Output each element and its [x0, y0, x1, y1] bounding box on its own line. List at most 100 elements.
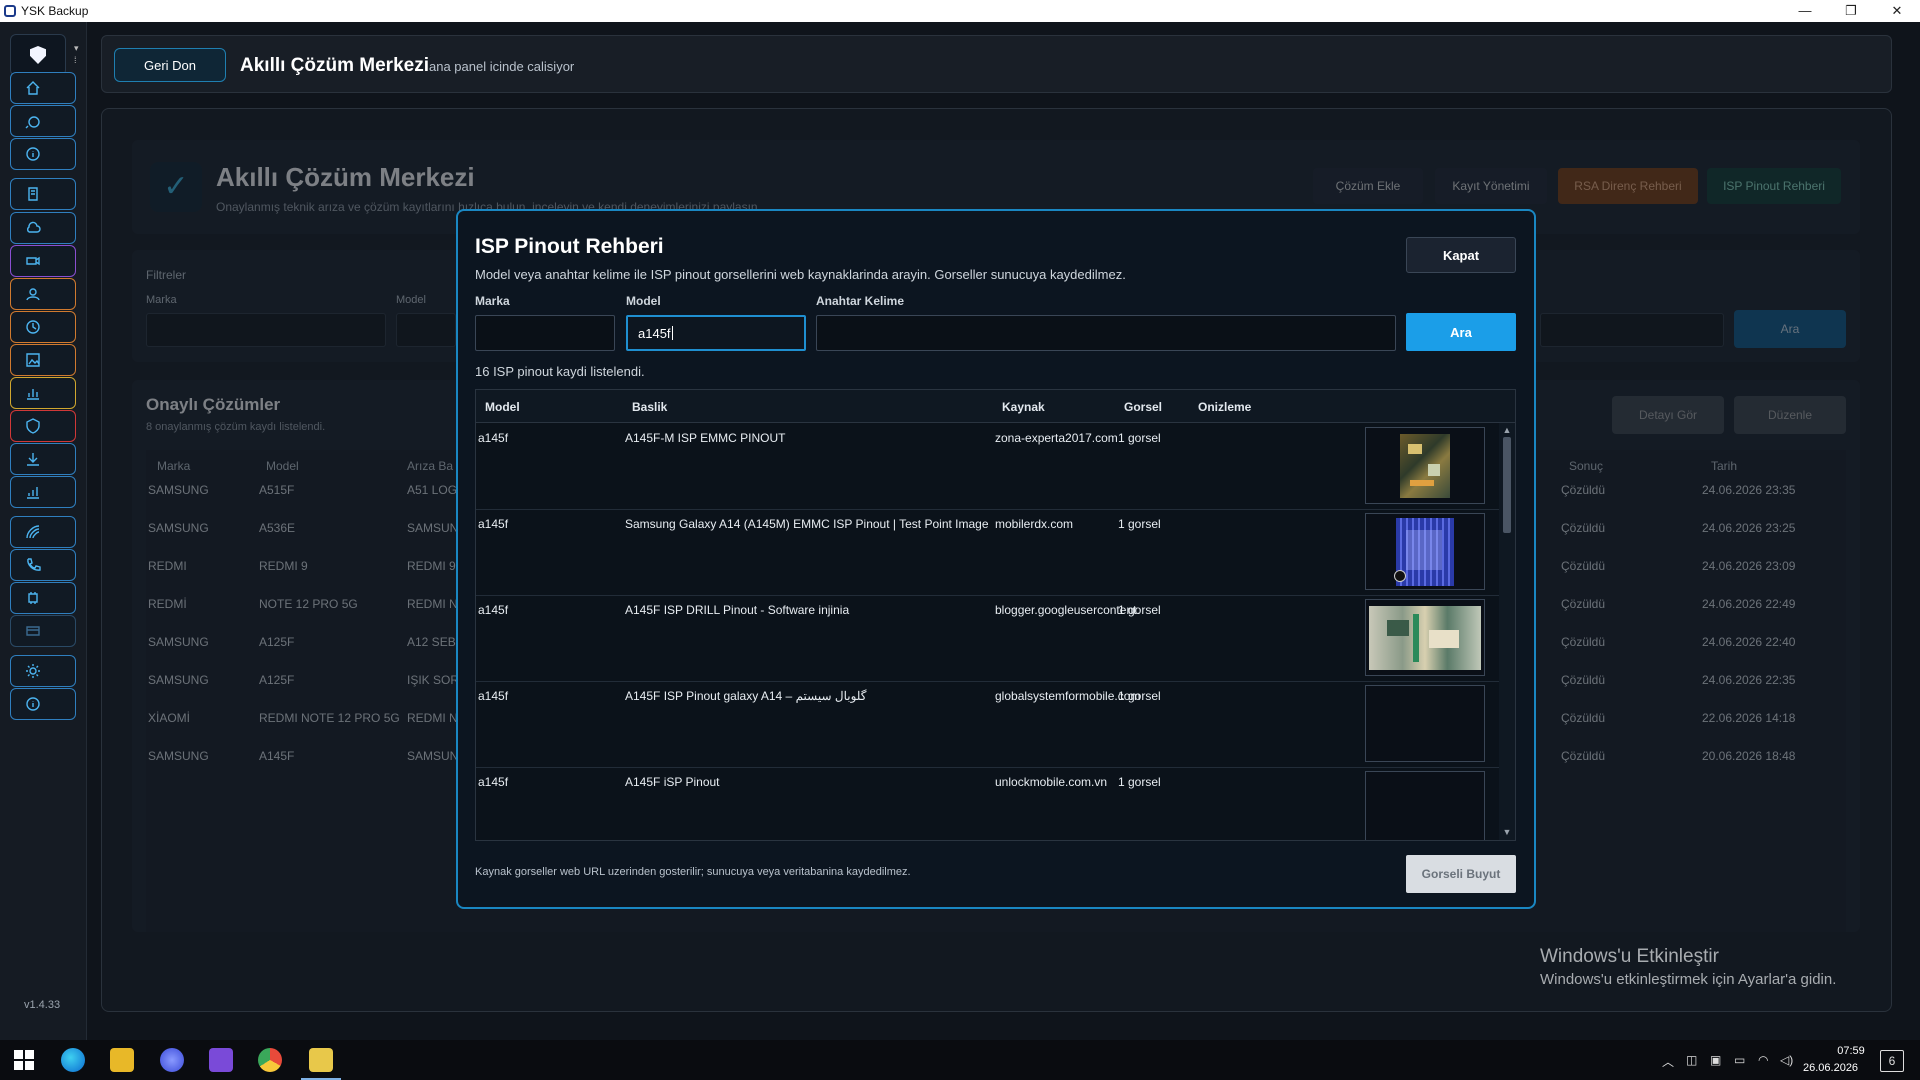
brand-input[interactable] — [475, 315, 615, 351]
bg-table-cell: Çözüldü — [1561, 521, 1606, 535]
cell-model: a145f — [478, 775, 509, 789]
col-model-header[interactable]: Model — [485, 400, 520, 414]
cell-title: A145F-M ISP EMMC PINOUT — [625, 431, 786, 445]
isp-pinout-guide-button[interactable]: ISP Pinout Rehberi — [1707, 168, 1841, 204]
bg-table-cell[interactable]: SAMSUNG — [148, 521, 209, 535]
check-icon: ✓ — [150, 162, 202, 212]
bg-table-cell: A125F — [259, 635, 295, 649]
ysk-backup-icon[interactable] — [309, 1048, 333, 1072]
rsa-resistor-guide-button[interactable]: RSA Direnç Rehberi — [1558, 168, 1698, 204]
footer-note: Kaynak gorseller web URL uzerinden goste… — [475, 866, 911, 878]
scroll-up-icon[interactable]: ▲ — [1502, 425, 1512, 435]
bg-table-cell: 24.06.2026 22:49 — [1702, 597, 1796, 611]
cell-source: unlockmobile.com.vn — [995, 775, 1108, 789]
bg-page-title: Akıllı Çözüm Merkezi — [216, 162, 475, 192]
brand-label: Marka — [475, 294, 510, 308]
activation-watermark-title: Windows'u Etkinleştir — [1540, 946, 1719, 967]
bg-table-cell[interactable]: SAMSUNG — [148, 635, 209, 649]
modal-title: ISP Pinout Rehberi — [475, 235, 664, 258]
scrollbar-thumb[interactable] — [1503, 437, 1511, 533]
col-model: Model — [266, 459, 299, 473]
bg-table-cell[interactable]: SAMSUNG — [148, 483, 209, 497]
search-button[interactable]: Ara — [1406, 313, 1516, 351]
camera-icon[interactable]: ◫ — [1686, 1053, 1697, 1067]
cell-images: 1 gorsel — [1118, 689, 1161, 703]
cell-title: A145F ISP Pinout galaxy A14 – گلوبال سیس… — [625, 689, 867, 703]
visual-studio-icon[interactable] — [209, 1048, 233, 1072]
table-row[interactable]: a145f A145F iSP Pinout unlockmobile.com.vn… — [476, 767, 1499, 840]
bg-table-cell: Çözüldü — [1561, 673, 1606, 687]
bg-table-cell: 24.06.2026 22:40 — [1702, 635, 1796, 649]
model-filter-input[interactable] — [396, 313, 456, 347]
cell-title: A145F ISP DRILL Pinout - Software injini… — [625, 603, 850, 617]
bg-table-cell[interactable]: XİAOMİ — [148, 711, 190, 725]
table-row[interactable]: a145f A145F ISP Pinout galaxy A14 – گلوبا… — [476, 681, 1499, 768]
record-management-button[interactable]: Kayıt Yönetimi — [1435, 168, 1547, 204]
bg-table-cell: NOTE 12 PRO 5G — [259, 597, 358, 611]
messenger-icon[interactable] — [160, 1048, 184, 1072]
explorer-icon[interactable] — [110, 1048, 134, 1072]
activation-watermark-subtitle: Windows'u etkinleştirmek için Ayarlar'a … — [1540, 971, 1837, 988]
modal-description: Model veya anahtar kelime ile ISP pinout… — [475, 267, 1126, 282]
wifi-icon[interactable]: ◠ — [1758, 1053, 1768, 1067]
cell-title: Samsung Galaxy A14 (A145M) EMMC ISP Pino… — [625, 517, 989, 531]
chevron-up-icon[interactable]: ︿ — [1662, 1053, 1674, 1070]
filter-input-extra[interactable] — [1540, 313, 1724, 347]
cell-model: a145f — [478, 689, 509, 703]
bg-table-cell[interactable]: SAMSUNG — [148, 673, 209, 687]
col-images-header[interactable]: Gorsel — [1124, 400, 1162, 414]
table-row[interactable]: a145f A145F ISP DRILL Pinout - Software i… — [476, 595, 1499, 682]
brand-filter-input[interactable] — [146, 313, 386, 347]
bg-table-cell: A145F — [259, 749, 295, 763]
bg-search-button[interactable]: Ara — [1734, 310, 1846, 348]
preview-thumbnail[interactable] — [1365, 427, 1485, 504]
model-filter-label: Model — [396, 294, 426, 306]
bg-table-cell[interactable]: REDMİ — [148, 597, 187, 611]
bg-table-cell: 24.06.2026 22:35 — [1702, 673, 1796, 687]
cell-source: mobilerdx.com — [995, 517, 1074, 531]
edit-button[interactable]: Düzenle — [1734, 396, 1846, 434]
preview-thumbnail[interactable] — [1365, 771, 1485, 840]
table-row[interactable]: a145f Samsung Galaxy A14 (A145M) EMMC ISP… — [476, 509, 1499, 596]
scroll-down-icon[interactable]: ▼ — [1502, 827, 1512, 837]
battery-icon[interactable]: ▭ — [1734, 1053, 1745, 1067]
keyword-input[interactable] — [816, 315, 1396, 351]
table-header: Model Baslik Kaynak Gorsel Onizleme — [476, 390, 1515, 423]
table-row[interactable]: a145f A145F-M ISP EMMC PINOUT zona-experta… — [476, 423, 1499, 510]
close-button[interactable]: Kapat — [1406, 237, 1516, 273]
edge-icon[interactable] — [61, 1048, 85, 1072]
bg-table-cell: A515F — [259, 483, 295, 497]
preview-thumbnail[interactable] — [1365, 685, 1485, 762]
enlarge-image-button[interactable]: Gorseli Buyut — [1406, 855, 1516, 893]
clock-time[interactable]: 07:59 — [1820, 1045, 1882, 1057]
bg-table-cell[interactable]: SAMSUNG — [148, 749, 209, 763]
col-brand: Marka — [157, 459, 191, 473]
col-title-header[interactable]: Baslik — [632, 400, 667, 414]
brand-filter-label: Marka — [146, 294, 177, 306]
table-scrollbar[interactable]: ▲ ▼ — [1499, 423, 1515, 840]
col-preview-header[interactable]: Onizleme — [1198, 400, 1251, 414]
notification-badge[interactable]: 6 — [1880, 1050, 1904, 1072]
model-input[interactable]: a145f — [626, 315, 806, 351]
clock-date[interactable]: 26.06.2026 — [1803, 1062, 1858, 1074]
model-label: Model — [626, 294, 661, 308]
start-icon[interactable] — [12, 1048, 36, 1072]
isp-pinout-modal: ISP Pinout Rehberi Model veya anahtar ke… — [456, 209, 1536, 909]
chrome-icon[interactable] — [258, 1048, 282, 1072]
volume-icon[interactable]: ◁) — [1780, 1053, 1793, 1067]
bg-table-cell: 20.06.2026 18:48 — [1702, 749, 1796, 763]
bg-table-cell[interactable]: REDMI — [148, 559, 187, 573]
preview-thumbnail[interactable] — [1365, 599, 1485, 676]
add-solution-button[interactable]: Çözüm Ekle — [1313, 168, 1423, 204]
bg-table-cell: 24.06.2026 23:35 — [1702, 483, 1796, 497]
col-source-header[interactable]: Kaynak — [1002, 400, 1045, 414]
preview-thumbnail[interactable] — [1365, 513, 1485, 590]
detail-button[interactable]: Detayı Gör — [1612, 396, 1724, 434]
col-result: Sonuç — [1569, 459, 1604, 473]
display-icon[interactable]: ▣ — [1710, 1053, 1721, 1067]
col-date: Tarih — [1711, 459, 1738, 473]
bg-table-cell: Çözüldü — [1561, 559, 1606, 573]
bg-table-cell: 22.06.2026 14:18 — [1702, 711, 1796, 725]
bg-table-cell: 24.06.2026 23:25 — [1702, 521, 1796, 535]
model-input-value: a145f — [638, 325, 671, 341]
